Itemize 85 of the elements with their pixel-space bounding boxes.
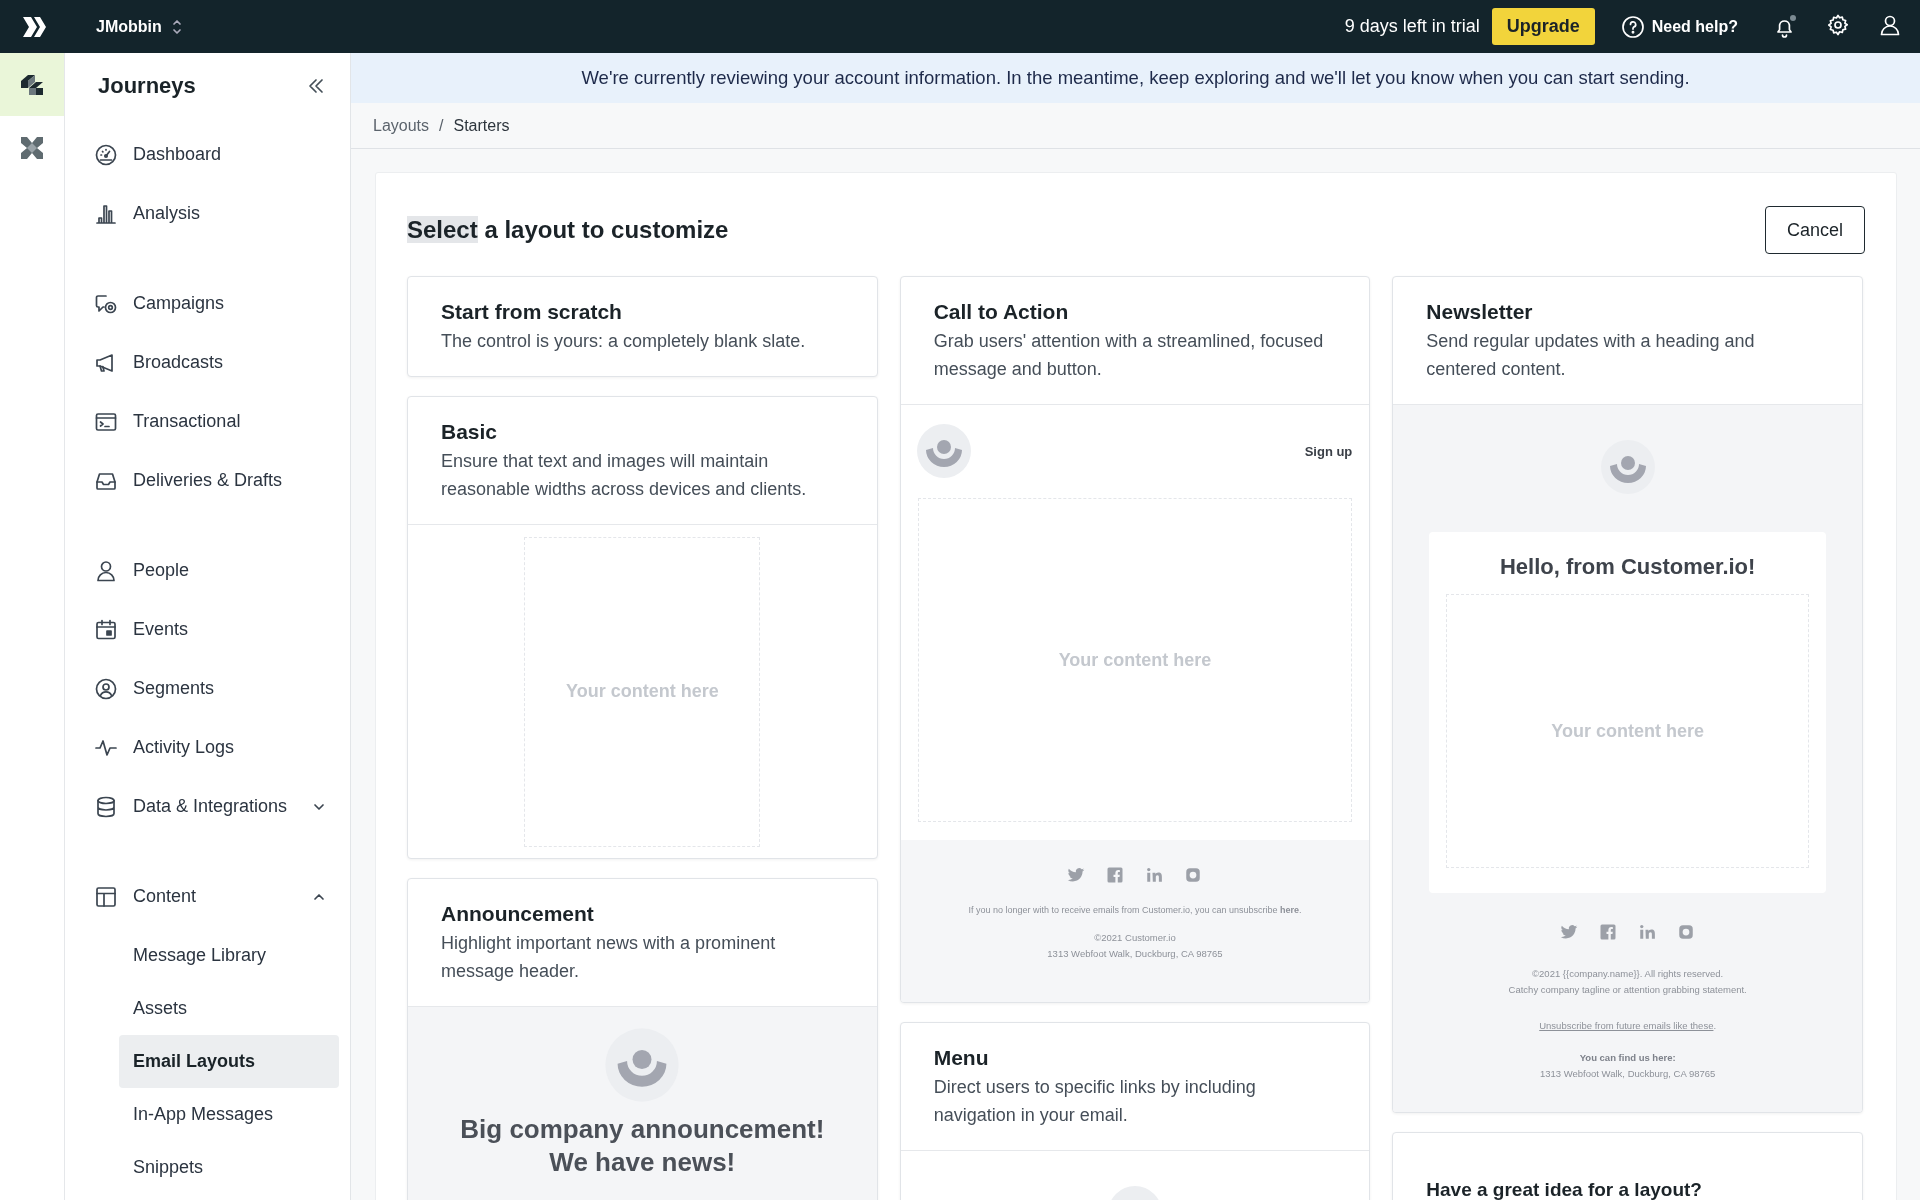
avatar-icon xyxy=(915,423,972,479)
twitter-icon[interactable] xyxy=(1067,866,1086,884)
copyright-text: ©2021 Customer.io xyxy=(1094,931,1176,945)
updown-caret-icon xyxy=(171,17,182,36)
layout-card[interactable]: Have a great idea for a layout? xyxy=(1392,1132,1863,1200)
sidebar-subitem[interactable]: Email Layouts xyxy=(119,1035,339,1088)
card-description: Highlight important news with a prominent message header. xyxy=(441,932,777,983)
breadcrumb-link[interactable]: Layouts xyxy=(373,116,430,135)
sidebar-item[interactable]: Campaigns xyxy=(65,274,350,333)
sidebar-subitem[interactable]: Assets xyxy=(119,982,339,1035)
card-title: Announcement xyxy=(441,901,595,927)
instagram-icon[interactable] xyxy=(1184,866,1203,884)
facebook-icon[interactable] xyxy=(1599,923,1618,941)
content-placeholder: Your content here xyxy=(524,536,761,847)
card-description: Ensure that text and images will maintain reasonable widths across devices and clients. xyxy=(441,450,808,501)
person-icon xyxy=(94,558,118,583)
link-punctuation: . xyxy=(1713,1020,1717,1031)
email-heading: Hello, from Customer.io! xyxy=(1498,554,1757,581)
card-description: Grab users' attention with a streamlined, focused message and button. xyxy=(933,330,1325,381)
address-text: 1313 Webfoot Walk, Duckburg, CA 98765 xyxy=(1047,947,1223,961)
card-title: Newsletter xyxy=(1426,299,1534,325)
breadcrumb-link[interactable]: Starters xyxy=(453,116,510,135)
card-title: Have a great idea for a layout? xyxy=(1426,1178,1703,1200)
sidebar-item[interactable]: People xyxy=(65,541,350,600)
layout-card[interactable]: Basic Ensure that text and images will maintain reasonable widths across devices and clients. Your content here xyxy=(407,396,878,859)
sidebar-item[interactable]: Broadcasts xyxy=(65,333,350,392)
chevrons-left-icon xyxy=(306,76,326,96)
avatar-icon xyxy=(1599,439,1656,495)
sidebar-item[interactable]: Events xyxy=(65,600,350,659)
help-button[interactable]: Need help? xyxy=(1616,10,1742,43)
card-title: Call to Action xyxy=(933,299,1070,325)
person-circle-icon xyxy=(94,676,118,701)
sidebar-item[interactable]: Data & Integrations xyxy=(65,777,350,836)
collapse-icon[interactable] xyxy=(306,76,326,96)
sidebar-item[interactable]: Deliveries & Drafts xyxy=(65,451,350,510)
upgrade-button[interactable]: Upgrade xyxy=(1491,8,1595,45)
card-title: Start from scratch xyxy=(441,299,623,325)
layout-card[interactable] xyxy=(899,276,1371,1003)
help-icon xyxy=(1620,14,1645,39)
sidebar-item[interactable]: Activity Logs xyxy=(65,718,350,777)
footer-text: Catchy company tagline or attention grabbing statement. xyxy=(1508,983,1747,997)
trial-notice: 9 days left in trial xyxy=(1344,16,1480,37)
page-title: Select a layout to customize xyxy=(407,216,729,244)
sidebar-item[interactable]: Segments xyxy=(65,659,350,718)
database-icon xyxy=(94,794,118,819)
layout-card[interactable] xyxy=(1392,276,1863,1113)
sidebar-subitem[interactable]: In-App Messages xyxy=(119,1088,339,1141)
section-title: Journeys xyxy=(98,73,196,99)
layout-card[interactable]: Menu Direct users to specific links by including navigation in your email. xyxy=(899,1022,1371,1200)
sidebar-item[interactable]: Content xyxy=(65,867,350,926)
linkedin-icon[interactable] xyxy=(1145,866,1164,884)
card-description: Send regular updates with a heading and centered content. xyxy=(1426,330,1756,381)
sidebar-item[interactable]: Analysis xyxy=(65,184,350,243)
facebook-icon[interactable] xyxy=(1106,866,1125,884)
footer-text: ©2021 {{company.name}}. All rights reserved. xyxy=(1532,967,1724,981)
layout-card[interactable]: Announcement Highlight important news with a prominent message header. Big company announcement! We have news! xyxy=(407,878,878,1200)
content-placeholder: Your content here xyxy=(1446,594,1809,868)
twitter-icon[interactable] xyxy=(1560,923,1579,941)
calendar-icon xyxy=(94,617,118,642)
card-description: The control is yours: a completely blank slate. xyxy=(441,330,807,353)
avatar-icon xyxy=(604,1027,681,1103)
rail-item[interactable] xyxy=(0,53,64,116)
card-title: Basic xyxy=(441,419,499,445)
breadcrumb-separator: / xyxy=(439,116,444,135)
address-text: 1313 Webfoot Walk, Duckburg, CA 98765 xyxy=(1540,1067,1716,1081)
linkedin-icon[interactable] xyxy=(1638,923,1657,941)
announcement-headline: Big company announcement! We have news! xyxy=(460,1113,825,1179)
cancel-button[interactable]: Cancel xyxy=(1764,206,1865,254)
sidebar-subitem[interactable]: Snippets xyxy=(119,1141,339,1194)
card-description: Direct users to specific links by including navigation in your email. xyxy=(933,1076,1257,1127)
card-title: Menu xyxy=(933,1045,990,1071)
notice-banner: We're currently reviewing your account information. In the meantime, keep exploring and we'll let you know when you can start sending. xyxy=(351,53,1920,103)
layout-card[interactable]: Start from scratch The control is yours: a completely blank slate. xyxy=(407,276,878,377)
sidebar-subitem[interactable]: Message Library xyxy=(119,929,339,982)
layout-icon xyxy=(94,884,118,909)
workspace-switcher[interactable]: JMobbin xyxy=(92,13,186,40)
instagram-icon[interactable] xyxy=(1677,923,1696,941)
find-us-label: You can find us here: xyxy=(1579,1051,1676,1065)
sidebar-item[interactable]: Transactional xyxy=(65,392,350,451)
content-placeholder: Your content here xyxy=(917,498,1353,822)
sign-up-link[interactable]: Sign up xyxy=(1304,443,1353,459)
sidebar-item[interactable]: Dashboard xyxy=(65,125,350,184)
gauge-icon xyxy=(94,142,118,167)
unsubscribe-text: If you no longer with to receive emails from Customer.io, you can unsubscribe here. xyxy=(968,904,1302,917)
settings-icon[interactable] xyxy=(1826,12,1850,37)
